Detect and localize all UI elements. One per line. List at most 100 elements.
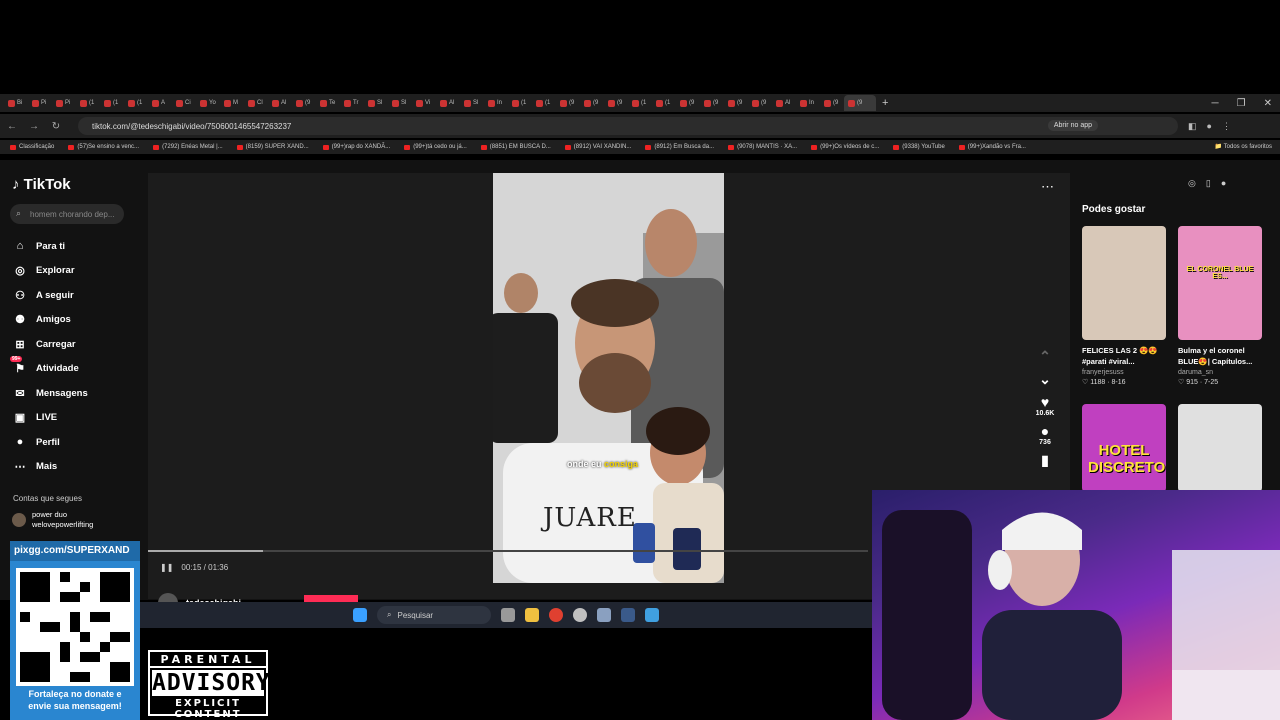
- sidebar-item-mais[interactable]: ⋯ Mais: [12, 455, 88, 480]
- browser-tab[interactable]: Al: [772, 95, 796, 111]
- sidebar-item-amigos[interactable]: ⚉ Amigos: [12, 308, 88, 333]
- windows-start-icon[interactable]: [353, 608, 367, 622]
- minimize-icon[interactable]: ─: [1212, 98, 1219, 109]
- browser-tab[interactable]: Cl: [244, 95, 268, 111]
- bookmark-item[interactable]: (99+)Xandão vs Fra...: [958, 144, 1026, 150]
- sidebar-item-explorar[interactable]: ◎ Explorar: [12, 259, 88, 284]
- browser-tab[interactable]: A: [148, 95, 172, 111]
- browser-tab[interactable]: Bi: [4, 95, 28, 111]
- save-button[interactable]: ▮: [1032, 452, 1058, 469]
- more-options-icon[interactable]: ⋯: [1041, 179, 1054, 195]
- browser-tab[interactable]: (1: [532, 95, 556, 111]
- browser-tab[interactable]: (1: [124, 95, 148, 111]
- file-explorer-icon[interactable]: [525, 608, 539, 622]
- reload-icon[interactable]: ↻: [50, 121, 62, 132]
- bookmark-item[interactable]: (57)Se ensino a venc...: [68, 144, 139, 150]
- browser-tab[interactable]: Vi: [412, 95, 436, 111]
- sidebar-item-para-ti[interactable]: ⌂ Para ti: [12, 234, 88, 259]
- browser-tab[interactable]: Sl: [460, 95, 484, 111]
- browser-tab[interactable]: Pi: [52, 95, 76, 111]
- browser-tab[interactable]: (9: [556, 95, 580, 111]
- browser-tab[interactable]: Sl: [388, 95, 412, 111]
- browser-tab[interactable]: (1: [76, 95, 100, 111]
- next-video-button[interactable]: ⌄: [1032, 371, 1058, 388]
- browser-tab[interactable]: Tr: [340, 95, 364, 111]
- bookmark-item[interactable]: (8159) SUPER XAND...: [236, 144, 309, 150]
- browser-tab[interactable]: (1: [652, 95, 676, 111]
- browser-tab[interactable]: Al: [436, 95, 460, 111]
- browser-tab[interactable]: Ci: [172, 95, 196, 111]
- sidebar-item-perfil[interactable]: ● Perfil: [12, 430, 88, 455]
- browser-tab[interactable]: Yo: [196, 95, 220, 111]
- sidebar-item-atividade[interactable]: ⚑ 99+ Atividade: [10, 356, 88, 382]
- menu-icon[interactable]: ⋮: [1222, 121, 1231, 132]
- suggested-video-card[interactable]: HOTEL DISCRETO: [1082, 404, 1166, 492]
- app-icon[interactable]: [573, 608, 587, 622]
- browser-tab[interactable]: (9: [700, 95, 724, 111]
- url-field[interactable]: tiktok.com/@tedeschigabi/video/750600146…: [78, 117, 1178, 135]
- bookmark-item[interactable]: (99+)rap do XANDÃ...: [322, 144, 390, 150]
- browser-tab[interactable]: (9: [748, 95, 772, 111]
- browser-tab[interactable]: (9: [820, 95, 844, 111]
- browser-tab[interactable]: M: [220, 95, 244, 111]
- sidebar-item-live[interactable]: ▣ LIVE: [12, 406, 88, 431]
- browser-tab[interactable]: Sl: [364, 95, 388, 111]
- chrome-icon[interactable]: [549, 608, 563, 622]
- bookmark-item[interactable]: (8851) EM BUSCA D...: [480, 144, 551, 150]
- comment-button[interactable]: ● 736: [1032, 423, 1058, 446]
- browser-tab[interactable]: (9: [580, 95, 604, 111]
- browser-tab[interactable]: (1: [628, 95, 652, 111]
- video-frame[interactable]: onde eu consiga JUARE: [493, 173, 724, 583]
- browser-tab[interactable]: (1: [100, 95, 124, 111]
- browser-tab[interactable]: (1: [508, 95, 532, 111]
- browser-tab[interactable]: Pi: [28, 95, 52, 111]
- bookmark-item[interactable]: Classificação: [10, 144, 54, 150]
- suggested-video-card[interactable]: EL CORONEL BLUE ES... Bulma y el coronel …: [1178, 226, 1262, 386]
- back-icon[interactable]: ←: [6, 121, 18, 132]
- sidebar-item-mensagens[interactable]: ✉ Mensagens: [12, 381, 87, 406]
- taskbar-search-input[interactable]: ⌕ Pesquisar: [377, 606, 491, 624]
- browser-tab[interactable]: (9: [676, 95, 700, 111]
- new-tab-button[interactable]: +: [882, 97, 888, 109]
- sidebar-item-a-seguir[interactable]: ⚇ A seguir: [12, 283, 88, 308]
- browser-tab[interactable]: (9: [724, 95, 748, 111]
- browser-tab[interactable]: In: [484, 95, 508, 111]
- app-icon[interactable]: [645, 608, 659, 622]
- browser-tab[interactable]: In: [796, 95, 820, 111]
- browser-tab[interactable]: Al: [268, 95, 292, 111]
- browser-tab[interactable]: Te: [316, 95, 340, 111]
- task-view-icon[interactable]: [501, 608, 515, 622]
- close-window-icon[interactable]: ✕: [1264, 98, 1272, 109]
- bookmark-item[interactable]: (9078) MANTIS · XA...: [728, 144, 797, 150]
- tiktok-logo[interactable]: ♪ TikTok: [12, 176, 71, 193]
- prev-video-button[interactable]: ⌃: [1032, 348, 1058, 365]
- like-button[interactable]: ♥ 10.6K: [1032, 394, 1058, 417]
- suggested-video-card[interactable]: [1178, 404, 1262, 492]
- bookmark-item[interactable]: (7292) Enéas Metal |...: [153, 144, 223, 150]
- profile-avatar-icon[interactable]: ●: [1207, 121, 1212, 132]
- search-input[interactable]: ⌕ homem chorando dep...: [10, 204, 124, 224]
- coins-icon[interactable]: ◎: [1188, 178, 1196, 189]
- steam-icon[interactable]: [621, 608, 635, 622]
- suggested-video-card[interactable]: FELICES LAS 2 😍😍 #parati #viral... franye…: [1082, 226, 1166, 386]
- bookmark-item[interactable]: (9338) YouTube: [893, 144, 945, 150]
- browser-tab[interactable]: (9: [292, 95, 316, 111]
- video-progress-bar[interactable]: [148, 550, 868, 552]
- open-in-app-button[interactable]: Abrir no app: [1047, 120, 1098, 131]
- browser-tab[interactable]: (9: [844, 95, 876, 111]
- bookmark-item[interactable]: (8912) VAI XANDIN...: [564, 144, 631, 150]
- bookmark-item[interactable]: (8912) Em Busca da...: [645, 144, 714, 150]
- bookmark-item[interactable]: (99+)Os vídeos de c...: [811, 144, 879, 150]
- browser-tab[interactable]: (9: [604, 95, 628, 111]
- settings-icon[interactable]: [597, 608, 611, 622]
- extension-icon[interactable]: ◧: [1188, 121, 1197, 132]
- all-bookmarks-button[interactable]: 📁 Todos os favoritos: [1215, 143, 1272, 150]
- device-icon[interactable]: ▯: [1206, 178, 1211, 189]
- user-avatar-icon[interactable]: ●: [1221, 178, 1226, 189]
- sidebar-item-carregar[interactable]: ⊞ Carregar: [12, 332, 88, 357]
- pause-icon[interactable]: ❚❚: [160, 563, 173, 572]
- bookmark-item[interactable]: (99+)tá cedo ou já...: [404, 144, 467, 150]
- forward-icon[interactable]: →: [28, 121, 40, 132]
- following-account[interactable]: power duo welovepowerlifting: [12, 510, 93, 530]
- maximize-icon[interactable]: ❐: [1237, 98, 1246, 109]
